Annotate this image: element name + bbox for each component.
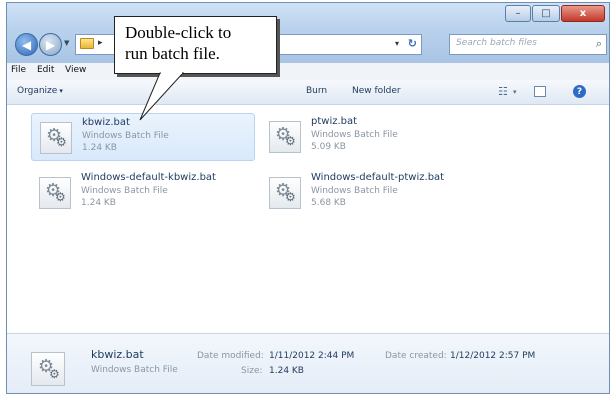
file-type: Windows Batch File	[311, 186, 398, 196]
file-size: 5.09 KB	[311, 142, 346, 152]
window-controls: – □ x	[504, 5, 605, 22]
file-type: Windows Batch File	[82, 131, 169, 141]
folder-icon	[80, 38, 94, 49]
batch-file-icon: ⚙ ⚙	[40, 122, 72, 154]
recent-pages-icon[interactable]: ▼	[64, 39, 69, 47]
back-button[interactable]: ◀	[15, 33, 38, 56]
file-item-windows-default-kbwiz[interactable]: ⚙ ⚙ Windows-default-kbwiz.bat Windows Ba…	[31, 169, 255, 217]
callout-line-2: run batch file.	[125, 44, 220, 63]
details-file-type: Windows Batch File	[91, 365, 178, 375]
close-button[interactable]: x	[561, 5, 605, 22]
address-dropdown-icon[interactable]: ▾	[395, 39, 399, 48]
callout-line-1: Double-click to	[125, 23, 232, 42]
search-input[interactable]: Search batch files ⌕	[449, 34, 607, 55]
batch-file-icon: ⚙ ⚙	[269, 121, 301, 153]
chevron-down-icon: ▾	[59, 87, 63, 95]
file-name: Windows-default-ptwiz.bat	[311, 172, 445, 183]
gear-small-icon: ⚙	[55, 190, 66, 204]
gear-small-icon: ⚙	[285, 190, 296, 204]
preview-pane-icon[interactable]	[534, 86, 546, 97]
date-created-value: 1/12/2012 2:57 PM	[450, 351, 536, 361]
batch-file-icon: ⚙ ⚙	[31, 352, 65, 386]
title-bar: – □ x ◀ ▶ ▼ ▸ ▾ ↻ Search batch files ⌕	[7, 3, 609, 63]
forward-button[interactable]: ▶	[39, 33, 62, 56]
file-size: 1.24 KB	[81, 198, 116, 208]
size-label: Size:	[241, 366, 263, 376]
details-pane: ⚙ ⚙ kbwiz.bat Windows Batch File Date mo…	[7, 333, 609, 393]
command-bar: Organize ▾ Burn New folder ☷ ▾ ?	[7, 80, 609, 105]
help-icon[interactable]: ?	[573, 85, 586, 98]
refresh-icon[interactable]: ↻	[408, 37, 417, 50]
file-name: ptwiz.bat	[311, 116, 358, 127]
file-name: Windows-default-kbwiz.bat	[81, 172, 216, 183]
file-size: 5.68 KB	[311, 198, 346, 208]
burn-button[interactable]: Burn	[306, 86, 327, 96]
batch-file-icon: ⚙ ⚙	[39, 177, 71, 209]
back-arrow-icon: ◀	[21, 37, 32, 52]
search-placeholder: Search batch files	[456, 38, 537, 48]
file-type: Windows Batch File	[311, 130, 398, 140]
menu-view[interactable]: View	[65, 65, 86, 75]
date-created-label: Date created:	[385, 351, 447, 361]
menu-bar: File Edit View	[7, 63, 609, 81]
organize-label: Organize	[17, 86, 58, 96]
date-modified-value: 1/11/2012 2:44 PM	[269, 351, 355, 361]
breadcrumb-arrow-icon[interactable]: ▸	[98, 38, 103, 48]
size-value: 1.24 KB	[269, 366, 304, 376]
forward-arrow-icon: ▶	[45, 37, 56, 52]
gear-small-icon: ⚙	[285, 134, 296, 148]
gear-small-icon: ⚙	[49, 367, 60, 381]
menu-edit[interactable]: Edit	[37, 65, 54, 75]
maximize-button[interactable]: □	[532, 5, 560, 22]
new-folder-button[interactable]: New folder	[352, 86, 401, 96]
gear-small-icon: ⚙	[56, 135, 67, 149]
explorer-window: – □ x ◀ ▶ ▼ ▸ ▾ ↻ Search batch files ⌕ F…	[6, 2, 610, 394]
file-item-kbwiz[interactable]: ⚙ ⚙ kbwiz.bat Windows Batch File 1.24 KB	[31, 113, 255, 161]
change-view-icon[interactable]: ☷	[498, 85, 508, 98]
callout-box: Double-click to run batch file.	[114, 16, 277, 74]
file-item-windows-default-ptwiz[interactable]: ⚙ ⚙ Windows-default-ptwiz.bat Windows Ba…	[261, 169, 481, 217]
file-size: 1.24 KB	[82, 143, 117, 153]
file-item-ptwiz[interactable]: ⚙ ⚙ ptwiz.bat Windows Batch File 5.09 KB	[261, 113, 481, 161]
file-type: Windows Batch File	[81, 186, 168, 196]
batch-file-icon: ⚙ ⚙	[269, 177, 301, 209]
minimize-button[interactable]: –	[505, 5, 531, 22]
search-icon[interactable]: ⌕	[596, 37, 602, 51]
file-list: ⚙ ⚙ kbwiz.bat Windows Batch File 1.24 KB…	[7, 105, 609, 333]
view-options-chevron-icon[interactable]: ▾	[513, 88, 517, 96]
organize-button[interactable]: Organize ▾	[17, 86, 63, 96]
file-name: kbwiz.bat	[82, 117, 130, 128]
date-modified-label: Date modified:	[197, 351, 264, 361]
menu-file[interactable]: File	[11, 65, 26, 75]
details-file-name: kbwiz.bat	[91, 348, 144, 361]
